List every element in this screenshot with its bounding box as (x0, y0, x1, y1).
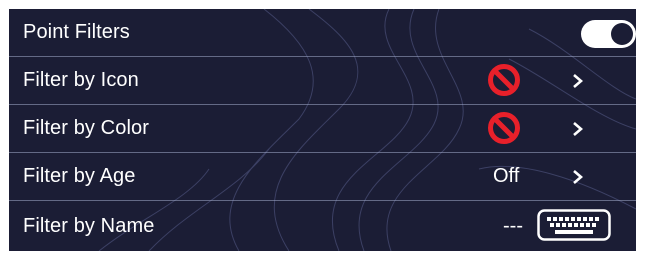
prohibited-icon (488, 112, 520, 144)
row-filter-by-color[interactable]: Filter by Color (9, 105, 636, 152)
filter-by-age-label: Filter by Age (23, 165, 136, 187)
toggle-knob (611, 23, 633, 45)
point-filters-toggle[interactable] (581, 20, 636, 48)
filter-by-name-value: --- (503, 214, 523, 237)
chevron-right-icon (573, 122, 583, 136)
keyboard-icon[interactable] (537, 209, 611, 241)
point-filters-label: Point Filters (23, 21, 130, 43)
row-filter-by-name[interactable]: Filter by Name --- (9, 201, 636, 251)
filter-by-age-value: Off (493, 165, 520, 187)
point-filters-panel: Point Filters Filter by Icon Filter by C… (9, 9, 636, 251)
filter-by-icon-label: Filter by Icon (23, 69, 139, 91)
prohibited-icon (488, 64, 520, 96)
row-point-filters[interactable]: Point Filters (9, 9, 636, 56)
chevron-right-icon (573, 74, 583, 88)
row-filter-by-icon[interactable]: Filter by Icon (9, 57, 636, 104)
chevron-right-icon (573, 170, 583, 184)
row-filter-by-age[interactable]: Filter by Age Off (9, 153, 636, 200)
filter-by-color-label: Filter by Color (23, 117, 149, 139)
filter-by-name-label: Filter by Name (23, 214, 155, 237)
